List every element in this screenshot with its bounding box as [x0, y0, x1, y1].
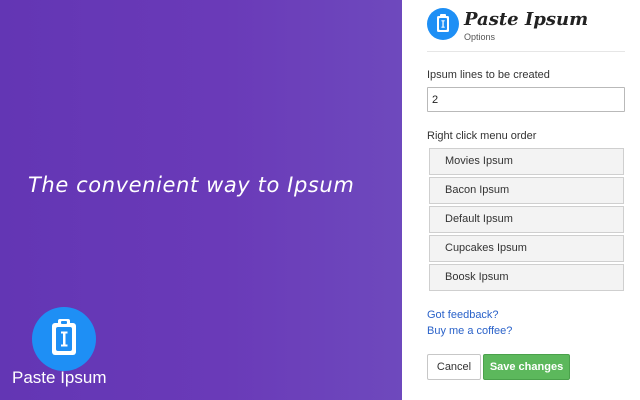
hero-tagline: The convenient way to Ipsum [28, 173, 355, 197]
list-item[interactable]: Bacon Ipsum [429, 177, 624, 204]
menu-order-list: Movies Ipsum Bacon Ipsum Default Ipsum C… [429, 148, 624, 293]
coffee-link[interactable]: Buy me a coffee? [427, 325, 512, 337]
header-divider [427, 51, 625, 52]
page-subtitle: Options [464, 32, 496, 42]
lines-label: Ipsum lines to be created [427, 69, 550, 81]
feedback-link[interactable]: Got feedback? [427, 309, 499, 321]
list-item[interactable]: Boosk Ipsum [429, 264, 624, 291]
options-panel: Paste Ipsum Options Ipsum lines to be cr… [402, 0, 640, 400]
hero-banner: The convenient way to Ipsum Paste Ipsum [0, 0, 402, 400]
page-title: Paste Ipsum [464, 9, 589, 30]
header-logo [427, 8, 459, 40]
save-button[interactable]: Save changes [483, 354, 570, 380]
hero-app-name: Paste Ipsum [12, 368, 107, 387]
lines-input[interactable] [427, 87, 625, 112]
cancel-button[interactable]: Cancel [427, 354, 481, 380]
app-logo [32, 307, 96, 371]
list-item[interactable]: Movies Ipsum [429, 148, 624, 175]
list-item[interactable]: Cupcakes Ipsum [429, 235, 624, 262]
clipboard-icon [437, 14, 449, 32]
list-item[interactable]: Default Ipsum [429, 206, 624, 233]
clipboard-icon [52, 319, 76, 355]
menu-order-label: Right click menu order [427, 130, 537, 142]
